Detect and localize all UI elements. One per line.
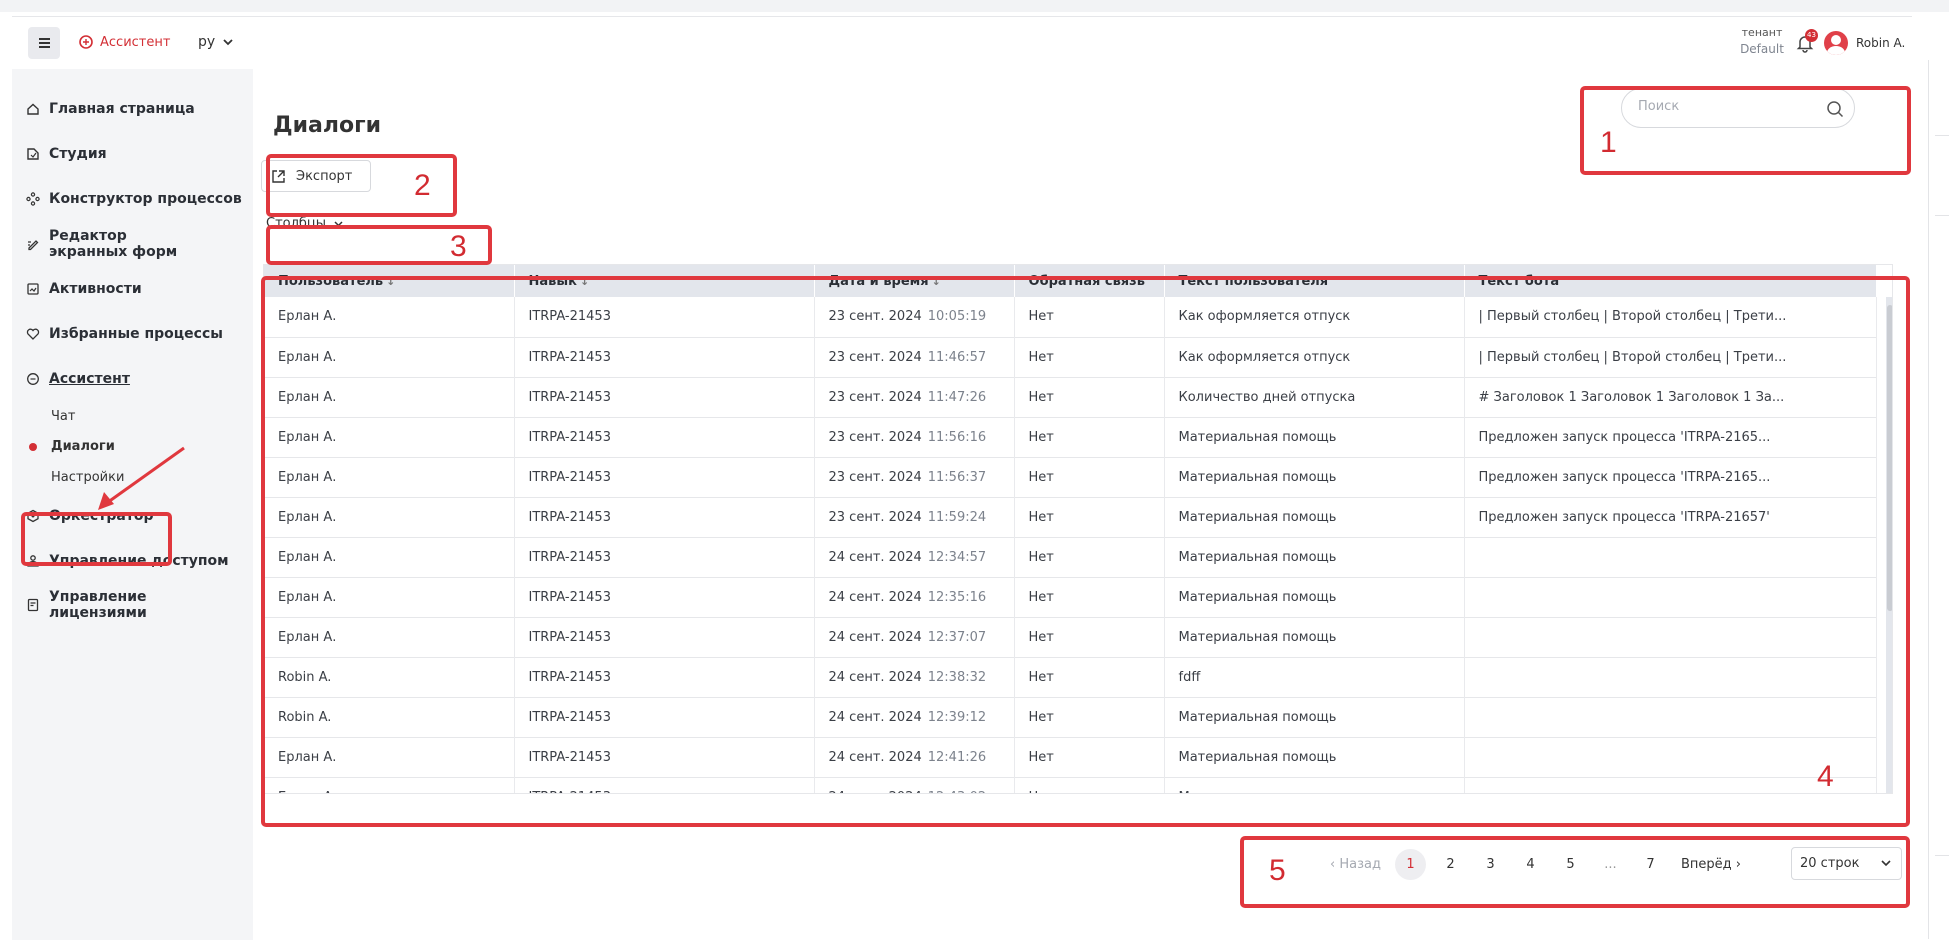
tenant-label: тенант [1741, 26, 1783, 39]
app-header: Ассистент ру тенант Default 43 Robin A. [12, 17, 1912, 69]
selected-indicator-dot [29, 443, 37, 451]
sidebar-item-label: Студия [49, 146, 107, 162]
process-builder-icon [26, 192, 40, 206]
studio-icon [27, 148, 39, 160]
home-icon [27, 103, 39, 115]
assistant-icon [27, 373, 39, 385]
heart-icon [26, 328, 40, 340]
sidebar-subitem-dialogs[interactable]: Диалоги [51, 439, 115, 454]
sidebar-item-licenses[interactable]: Управление лицензиями [12, 589, 253, 621]
tenant-value: Default [1740, 42, 1784, 56]
sidebar-item-label: Активности [49, 281, 142, 297]
annotation-box-1 [1580, 86, 1911, 175]
hamburger-menu-button[interactable] [28, 27, 60, 59]
chevron-down-icon [223, 38, 233, 45]
brand-logo[interactable]: Ассистент [78, 34, 170, 50]
avatar [1824, 31, 1848, 55]
sidebar: Главная страница Студия Конструктор проц… [12, 69, 253, 940]
sidebar-subitem-settings[interactable]: Настройки [51, 470, 124, 485]
tenant-info[interactable]: тенант Default [1726, 25, 1798, 57]
sidebar-item-favorites[interactable]: Избранные процессы [12, 326, 253, 342]
sidebar-item-label: Избранные процессы [49, 326, 223, 342]
user-menu[interactable]: Robin A. [1824, 31, 1905, 55]
form-editor-icon [28, 240, 39, 251]
assistant-logo-icon [79, 35, 93, 49]
annotation-box-sidebar [21, 512, 172, 566]
license-icon [27, 598, 39, 612]
language-value: ру [198, 34, 216, 50]
sidebar-item-label: Управление лицензиями [49, 589, 147, 621]
annotation-number-1: 1 [1600, 126, 1617, 159]
annotation-box-4 [261, 276, 1910, 827]
annotation-number-5: 5 [1269, 854, 1286, 887]
browser-top-strip [0, 0, 1949, 12]
annotation-number-4: 4 [1817, 760, 1834, 793]
notification-badge: 43 [1805, 29, 1818, 42]
hamburger-icon [38, 42, 50, 44]
sidebar-item-label: Редактор экранных форм [49, 228, 178, 260]
sidebar-subitem-chat[interactable]: Чат [51, 409, 75, 424]
user-name: Robin A. [1856, 36, 1906, 50]
sidebar-item-form-editor[interactable]: Редактор экранных форм [12, 228, 253, 260]
sidebar-item-activities[interactable]: Активности [12, 281, 253, 297]
sidebar-item-assistant[interactable]: Ассистент [12, 371, 253, 387]
brand-name: Ассистент [100, 34, 171, 50]
page-title: Диалоги [273, 113, 381, 138]
sidebar-item-home[interactable]: Главная страница [12, 101, 253, 117]
notifications-button[interactable]: 43 [1795, 29, 1818, 55]
sidebar-item-process-builder[interactable]: Конструктор процессов [12, 191, 253, 207]
annotation-box-5 [1240, 836, 1910, 908]
sidebar-item-label: Ассистент [49, 371, 130, 387]
sidebar-item-studio[interactable]: Студия [12, 146, 253, 162]
annotation-number-3: 3 [450, 230, 467, 263]
side-panel-edge [1928, 60, 1949, 939]
language-selector[interactable]: ру [198, 34, 233, 50]
annotation-number-2: 2 [414, 169, 431, 202]
sidebar-item-label: Конструктор процессов [49, 191, 242, 207]
sidebar-item-label: Главная страница [49, 101, 195, 117]
activities-icon [27, 283, 39, 295]
